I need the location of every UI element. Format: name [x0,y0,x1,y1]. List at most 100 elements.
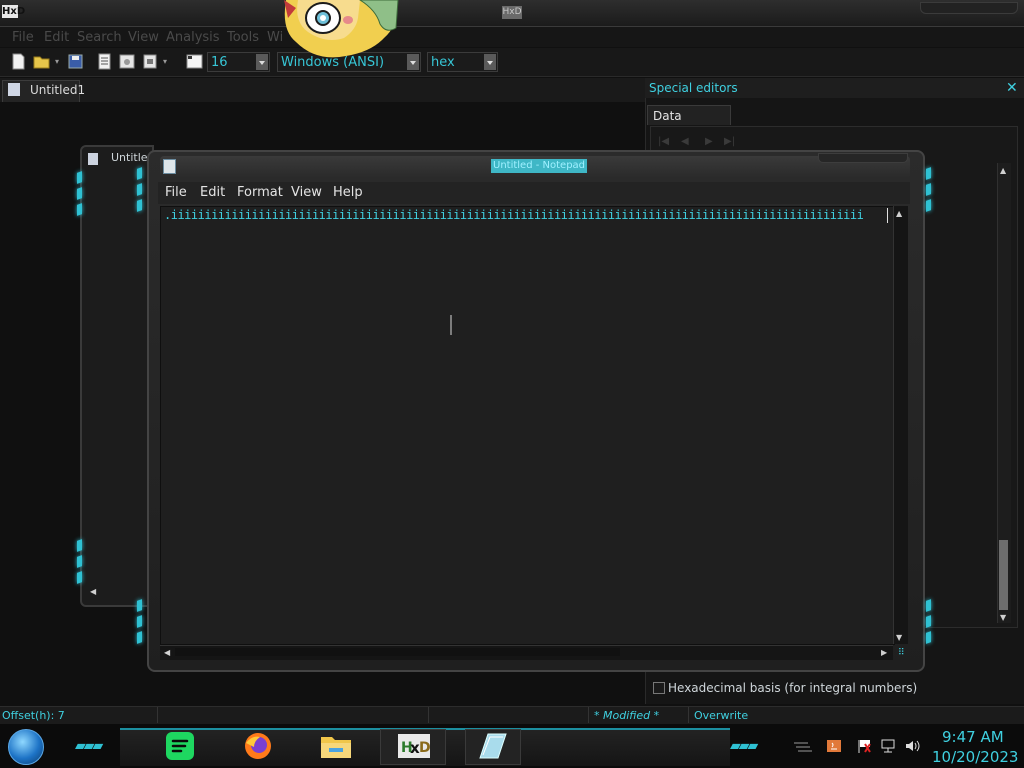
hex-basis-label: Hexadecimal basis (for integral numbers) [668,681,918,695]
spotify-app-icon[interactable] [164,731,196,761]
notepad-horizontal-scroll-thumb[interactable] [175,648,620,656]
cyan-edge-light [137,199,142,212]
cyan-edge-light [926,599,931,612]
open-ram-icon[interactable] [143,53,158,70]
scroll-down-icon[interactable]: ▼ [896,633,902,642]
tab-label: Untitled1 [30,83,86,97]
notepad-window-title: Untitled - Notepad [491,159,588,173]
previous-record-icon[interactable]: ◀ [681,136,689,147]
notepad-text-content[interactable]: .iiiiiiiiiiiiiiiiiiiiiiiiiiiiiiiiiiiiiii… [164,208,888,222]
offset-base-select[interactable]: hex [427,52,498,72]
status-separator [588,707,589,723]
ram-dropdown-icon[interactable]: ▾ [163,57,167,66]
cyan-edge-light [77,203,82,216]
cyan-edge-light [926,167,931,180]
notepad-app-icon[interactable] [163,159,176,174]
next-record-icon[interactable]: ▶ [705,136,713,147]
hxd-app-icon[interactable]: HxD [2,5,25,18]
hex-document-icon [88,153,98,165]
cyan-edge-light [926,183,931,196]
save-icon[interactable] [68,53,83,70]
hex-editor-child-window[interactable] [80,145,154,607]
notepad-menu-edit[interactable]: Edit [200,185,225,200]
status-separator [688,707,689,723]
notepad-menu-format[interactable]: Format [237,185,283,200]
open-dropdown-icon[interactable]: ▾ [55,57,59,66]
bytes-per-row-select[interactable]: 16 [207,52,270,72]
menu-file[interactable]: File [12,30,34,45]
cyan-edge-light [137,599,142,612]
hex-document-icon [8,83,20,96]
network-icon[interactable] [880,739,896,753]
cyan-edge-light [77,171,82,184]
action-center-flag-icon[interactable] [857,739,873,753]
file-explorer-app-icon[interactable] [319,731,353,761]
cyan-edge-light [926,631,931,644]
scroll-down-icon[interactable]: ▼ [1000,613,1006,622]
open-folder-icon[interactable] [33,53,51,70]
notepad-window-controls[interactable] [818,153,908,163]
hxd-status-bar [0,706,1024,725]
properties-icon[interactable] [97,53,112,70]
resize-grip-icon[interactable]: ⠿ [898,648,905,658]
cyan-edge-light: ▰▰▰ [730,738,758,754]
chevron-down-icon[interactable] [484,54,496,70]
status-modified: * Modified * [594,709,660,722]
ibeam-cursor-icon [450,315,452,335]
scroll-right-icon[interactable]: ▶ [881,648,887,657]
new-file-icon[interactable] [11,53,26,70]
cyan-edge-light [77,187,82,200]
scroll-left-icon[interactable]: ◀ [90,587,96,596]
window-controls[interactable] [920,2,1018,14]
last-record-icon[interactable]: ▶| [724,136,735,147]
cyan-edge-light [137,183,142,196]
volume-icon[interactable] [904,739,920,753]
status-separator [157,707,158,723]
menu-tools[interactable]: Tools [227,30,259,45]
scroll-up-icon[interactable]: ▲ [896,209,902,218]
notepad-menu-view[interactable]: View [291,185,322,200]
notepad-menu-file[interactable]: File [165,185,187,200]
notepad-menu-help[interactable]: Help [333,185,363,200]
chevron-down-icon[interactable] [256,54,268,70]
hxd-app-icon[interactable]: H x D [397,731,431,761]
menu-edit[interactable]: Edit [44,30,69,45]
hxd-window-title: HxD [502,6,522,19]
notepad-vertical-scrollbar[interactable] [893,206,908,644]
cyan-edge-light [77,571,82,584]
cyan-edge-light [926,615,931,628]
status-offset: Offset(h): 7 [2,709,65,722]
menu-view[interactable]: View [128,30,159,45]
firefox-app-icon[interactable] [242,731,274,761]
cyan-edge-light [77,555,82,568]
menu-search[interactable]: Search [77,30,122,45]
offset-base-value: hex [431,55,455,70]
open-disk-icon[interactable] [119,53,136,70]
svg-text:D: D [419,740,431,756]
cyan-edge-light: ▰▰▰ [75,738,103,754]
menu-analysis[interactable]: Analysis [166,30,220,45]
cyan-edge-light [77,539,82,552]
show-hidden-icons-icon[interactable] [792,739,814,753]
close-icon[interactable]: ✕ [1006,80,1018,96]
clock-time[interactable]: 9:47 AM [942,728,1004,746]
start-button[interactable] [8,729,44,765]
special-editors-title: Special editors [649,81,738,95]
clock-date[interactable]: 10/20/2023 [932,748,1018,766]
layout-icon[interactable] [186,53,203,70]
first-record-icon[interactable]: |◀ [658,136,669,147]
hex-basis-checkbox[interactable] [653,682,665,694]
notepad-text-area[interactable] [160,206,895,645]
scroll-left-icon[interactable]: ◀ [164,648,170,657]
java-update-icon[interactable] [826,739,842,753]
tab-data-inspector[interactable]: Data inspector [647,105,731,143]
cyan-edge-light [137,167,142,180]
status-separator [428,707,429,723]
child-window-title: Untitle [111,151,148,164]
inspector-scroll-thumb[interactable] [999,540,1008,610]
notepad-app-icon[interactable] [474,731,510,761]
cyan-edge-light [137,631,142,644]
status-mode[interactable]: Overwrite [694,709,748,722]
chevron-down-icon[interactable] [407,54,419,70]
scroll-up-icon[interactable]: ▲ [1000,166,1006,175]
